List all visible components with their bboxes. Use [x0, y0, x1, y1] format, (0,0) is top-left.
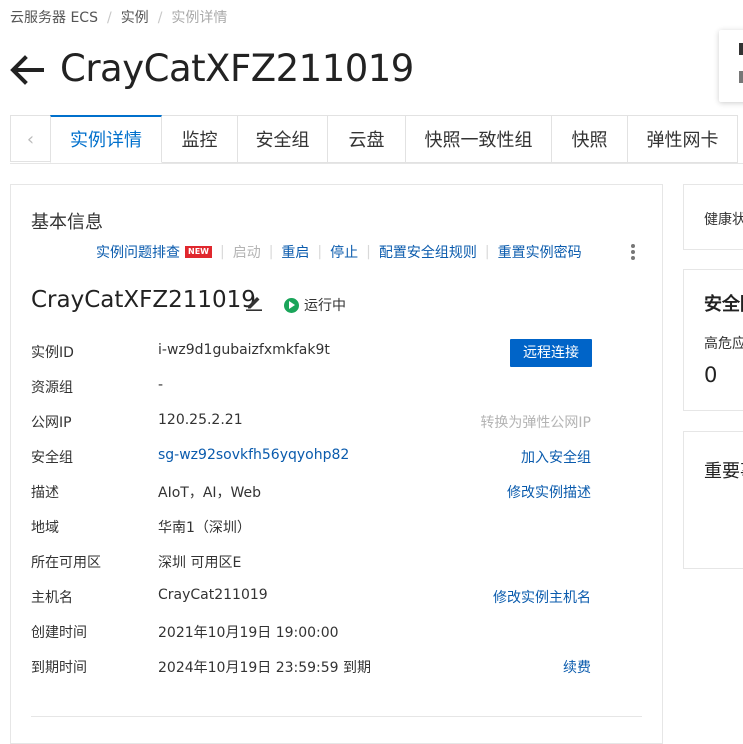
label-region: 地域: [31, 520, 59, 536]
tab-snapshots[interactable]: 快照: [552, 115, 628, 163]
label-expire-time: 到期时间: [31, 660, 87, 676]
running-status-icon: [284, 298, 299, 313]
floating-notice-card[interactable]: [719, 30, 743, 102]
high-risk-count[interactable]: 0: [704, 363, 717, 387]
high-risk-label: 高危应: [704, 336, 743, 352]
breadcrumb: 云服务器 ECS / 实例 / 实例详情: [10, 7, 227, 27]
breadcrumb-separator: /: [106, 10, 112, 26]
join-security-group-link[interactable]: 加入安全组: [521, 447, 591, 467]
value-zone: 深圳 可用区E: [158, 555, 242, 571]
notice-text-fragment: [739, 43, 743, 55]
page-title: CrayCatXFZ211019: [60, 47, 414, 90]
label-created-time: 创建时间: [31, 625, 87, 641]
label-hostname: 主机名: [31, 590, 73, 606]
tab-security-group[interactable]: 安全组: [238, 115, 328, 163]
value-expire-time: 2024年10月19日 23:59:59 到期: [158, 660, 372, 676]
label-resource-group: 资源组: [31, 380, 73, 396]
card-divider: [31, 716, 642, 717]
configure-sg-rules-link[interactable]: 配置安全组规则: [379, 242, 477, 262]
security-protection-title: 安全防: [704, 294, 743, 315]
label-public-ip: 公网IP: [31, 415, 72, 431]
stop-link[interactable]: 停止: [330, 242, 358, 262]
status-text: 运行中: [304, 298, 346, 314]
status-badge: 运行中: [284, 295, 346, 315]
breadcrumb-item-current: 实例详情: [171, 10, 228, 26]
breadcrumb-separator: /: [157, 10, 163, 26]
tab-bar: ‹ 实例详情 监控 安全组 云盘 快照一致性组 快照 弹性网卡: [10, 115, 743, 164]
start-link: 启动: [232, 245, 261, 261]
important-events-title: 重要事: [704, 461, 743, 482]
troubleshoot-link[interactable]: 实例问题排查: [96, 242, 180, 262]
important-events-card: 重要事: [683, 431, 743, 569]
label-instance-id: 实例ID: [31, 345, 74, 361]
action-separator: |: [484, 244, 490, 260]
reset-password-link[interactable]: 重置实例密码: [498, 242, 582, 262]
tab-monitoring[interactable]: 监控: [162, 115, 238, 163]
tab-disks[interactable]: 云盘: [328, 115, 406, 163]
new-badge: NEW: [185, 246, 212, 258]
action-bar: 实例问题排查 NEW | 启动 | 重启 | 停止 | 配置安全组规则 | 重置实例密码: [96, 242, 582, 262]
tab-scroll-left-icon[interactable]: ‹: [10, 115, 50, 162]
security-protection-card: 安全防 高危应 0: [683, 269, 743, 411]
edit-hostname-link[interactable]: 修改实例主机名: [493, 587, 591, 607]
tab-snapshot-consistency-group[interactable]: 快照一致性组: [406, 115, 552, 163]
action-separator: |: [366, 244, 371, 260]
remote-connect-button[interactable]: 远程连接: [510, 339, 592, 367]
more-vertical-icon[interactable]: [628, 243, 638, 261]
tab-instance-details[interactable]: 实例详情: [50, 115, 162, 163]
label-security-group: 安全组: [31, 450, 73, 466]
back-arrow-icon[interactable]: [10, 55, 44, 85]
label-description: 描述: [31, 485, 59, 501]
value-description: AIoT，AI，Web: [158, 485, 262, 501]
value-public-ip: 120.25.2.21: [158, 412, 243, 428]
renew-link[interactable]: 续费: [563, 657, 591, 677]
edit-pencil-icon[interactable]: [245, 293, 263, 311]
value-instance-id: i-wz9d1gubaizfxmkfak9t: [158, 342, 330, 358]
health-status-label: 健康状: [704, 212, 743, 228]
value-hostname: CrayCat211019: [158, 587, 268, 603]
action-separator: |: [317, 244, 323, 260]
edit-description-link[interactable]: 修改实例描述: [507, 482, 591, 502]
label-zone: 所在可用区: [31, 555, 101, 571]
breadcrumb-item-instances[interactable]: 实例: [121, 10, 149, 26]
notice-text-fragment: [739, 71, 743, 83]
breadcrumb-item-ecs[interactable]: 云服务器 ECS: [10, 10, 98, 26]
restart-link[interactable]: 重启: [281, 242, 309, 262]
value-security-group-link[interactable]: sg-wz92sovkfh56yqyohp82: [158, 447, 349, 463]
value-resource-group: -: [158, 377, 164, 393]
health-status-card[interactable]: 健康状: [683, 184, 743, 250]
instance-name: CrayCatXFZ211019: [31, 287, 256, 313]
value-created-time: 2021年10月19日 19:00:00: [158, 625, 339, 641]
tab-eni[interactable]: 弹性网卡: [628, 115, 738, 163]
basic-info-heading: 基本信息: [31, 212, 103, 233]
action-separator: |: [268, 244, 274, 260]
convert-eip-link: 转换为弹性公网IP: [480, 415, 591, 431]
action-separator: |: [219, 244, 225, 260]
value-region: 华南1（深圳）: [158, 520, 251, 536]
